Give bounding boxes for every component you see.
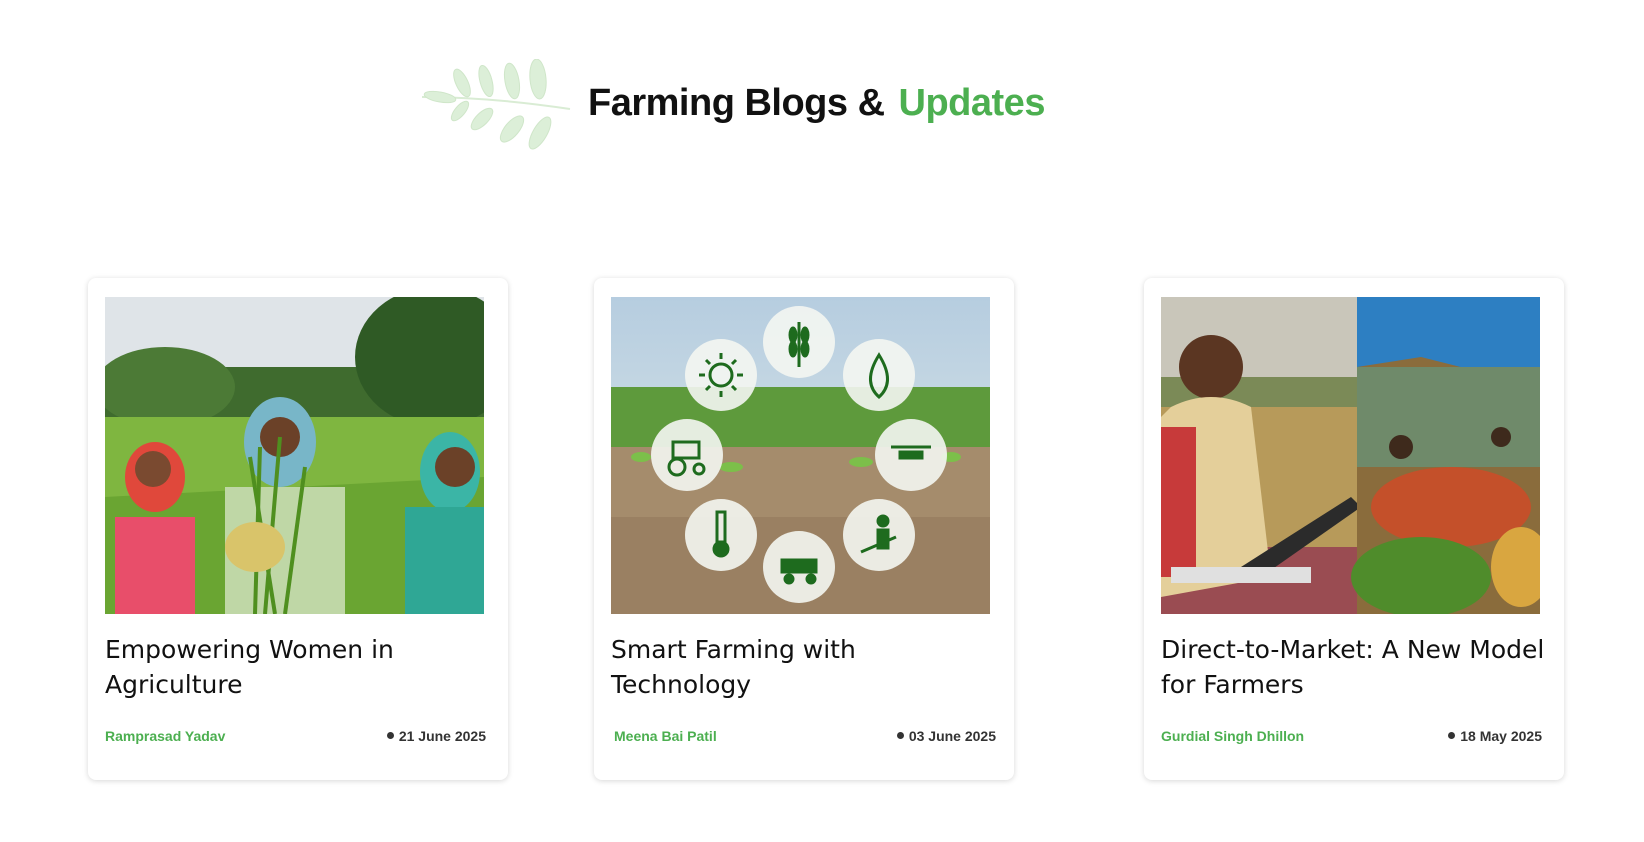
bullet-icon [896,732,904,739]
post-author: Ramprasad Yadav [105,728,226,744]
farmer-laptop-market-image[interactable] [1161,297,1540,614]
post-date-text: 18 May 2025 [1460,728,1542,744]
page-title-accent: Updates [898,82,1046,124]
post-date: 03 June 2025 [896,728,996,744]
bullet-icon [386,732,394,739]
post-author: Gurdial Singh Dhillon [1161,728,1305,744]
post-date: 21 June 2025 [386,728,486,744]
post-meta: Ramprasad Yadav 21 June 2025 [105,728,486,748]
post-title[interactable]: Empowering Women in Agriculture [105,632,491,702]
post-author: Meena Bai Patil [614,728,717,744]
post-date-text: 03 June 2025 [908,728,996,744]
blog-card[interactable]: Direct-to-Market: A New Model for Farmer… [1144,278,1564,780]
page-title: Farming Blogs & Updates [588,82,1045,125]
post-title[interactable]: Direct-to-Market: A New Model for Farmer… [1161,632,1547,702]
post-date: 18 May 2025 [1448,728,1542,744]
smart-farming-icons-image[interactable] [611,297,990,614]
post-meta: Meena Bai Patil 03 June 2025 [611,728,996,748]
post-date-text: 21 June 2025 [398,728,486,744]
post-meta: Gurdial Singh Dhillon 18 May 2025 [1161,728,1542,748]
section-header: Farming Blogs & Updates [420,55,1100,165]
leaf-branch-icon [421,59,571,150]
page-title-main: Farming Blogs & [588,82,885,124]
blog-card[interactable]: Empowering Women in Agriculture Ramprasa… [88,278,508,780]
blog-card[interactable]: Smart Farming with Technology Meena Bai … [594,278,1014,780]
post-title[interactable]: Smart Farming with Technology [611,632,997,702]
women-in-rice-field-image[interactable] [105,297,484,614]
bullet-icon [1448,732,1456,739]
